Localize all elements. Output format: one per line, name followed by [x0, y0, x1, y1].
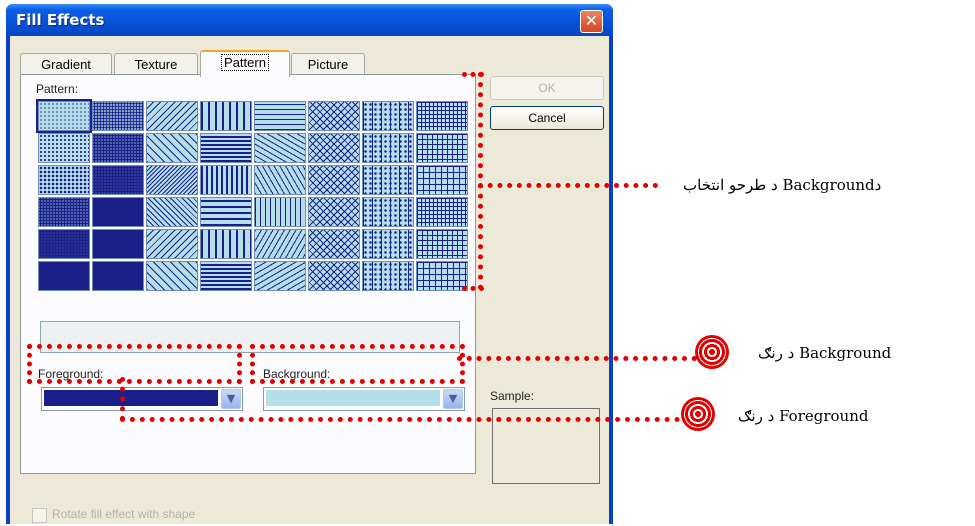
- pattern-swatch[interactable]: [200, 229, 252, 259]
- pattern-swatch[interactable]: [92, 101, 144, 131]
- foreground-pointer-line: [120, 417, 690, 422]
- pattern-swatch[interactable]: [200, 261, 252, 291]
- pattern-swatch[interactable]: [200, 133, 252, 163]
- tab-picture[interactable]: Picture: [291, 53, 365, 75]
- pattern-swatch[interactable]: [308, 165, 360, 195]
- pattern-swatch[interactable]: [200, 197, 252, 227]
- pattern-swatch[interactable]: [254, 197, 306, 227]
- pattern-swatch[interactable]: [200, 165, 252, 195]
- pattern-swatch[interactable]: [92, 133, 144, 163]
- background-color-swatch: [266, 390, 440, 406]
- pattern-swatch[interactable]: [362, 229, 414, 259]
- pattern-swatch[interactable]: [308, 197, 360, 227]
- pattern-swatch[interactable]: [38, 229, 90, 259]
- pattern-swatch[interactable]: [416, 197, 468, 227]
- pattern-swatch[interactable]: [200, 101, 252, 131]
- foreground-pointer-drop: [120, 377, 125, 421]
- foreground-target-icon: [681, 397, 715, 431]
- pattern-swatch[interactable]: [36, 99, 92, 133]
- foreground-color-swatch: [44, 390, 218, 406]
- pattern-swatch[interactable]: [38, 197, 90, 227]
- pattern-swatch[interactable]: [362, 197, 414, 227]
- pattern-swatch[interactable]: [146, 197, 198, 227]
- pattern-swatch[interactable]: [254, 261, 306, 291]
- title-bar[interactable]: Fill Effects ✕: [6, 4, 613, 36]
- pattern-swatch[interactable]: [362, 261, 414, 291]
- pattern-bracket-bottom: [462, 286, 484, 291]
- pattern-swatch[interactable]: [92, 197, 144, 227]
- pattern-swatch[interactable]: [362, 133, 414, 163]
- pattern-swatch[interactable]: [92, 165, 144, 195]
- rotate-checkbox[interactable]: [32, 508, 47, 523]
- foreground-color-annotation: د رنګ Foreground: [738, 407, 869, 425]
- pattern-swatch[interactable]: [308, 101, 360, 131]
- pattern-swatch[interactable]: [416, 261, 468, 291]
- chevron-down-icon[interactable]: ▼: [221, 389, 241, 409]
- pattern-swatch[interactable]: [416, 229, 468, 259]
- pattern-swatch[interactable]: [254, 165, 306, 195]
- dialog-title: Fill Effects: [16, 11, 105, 29]
- background-target-icon: [695, 335, 729, 369]
- pattern-swatch[interactable]: [38, 261, 90, 291]
- foreground-color-dropdown[interactable]: ▼: [41, 387, 243, 411]
- pattern-swatch[interactable]: [308, 229, 360, 259]
- close-button[interactable]: ✕: [580, 10, 603, 33]
- pattern-swatch[interactable]: [146, 165, 198, 195]
- pattern-swatch[interactable]: [146, 133, 198, 163]
- background-color-annotation: د رنګ Background: [758, 344, 892, 362]
- pattern-swatch[interactable]: [92, 261, 144, 291]
- tab-texture[interactable]: Texture: [114, 53, 198, 75]
- pattern-swatch[interactable]: [254, 133, 306, 163]
- pattern-swatch[interactable]: [416, 101, 468, 131]
- pattern-swatch[interactable]: [146, 229, 198, 259]
- tab-pattern-label: Pattern: [221, 54, 269, 71]
- background-highlight-box: [250, 344, 465, 384]
- pattern-swatch[interactable]: [308, 261, 360, 291]
- pattern-swatch[interactable]: [416, 165, 468, 195]
- pattern-swatch[interactable]: [38, 133, 90, 163]
- pattern-swatch[interactable]: [38, 165, 90, 195]
- pattern-pointer-line: [478, 183, 658, 188]
- pattern-grid: [36, 99, 468, 291]
- pattern-bracket-side: [478, 72, 483, 290]
- pattern-swatch[interactable]: [308, 133, 360, 163]
- pattern-swatch[interactable]: [254, 229, 306, 259]
- tab-pattern[interactable]: Pattern: [200, 50, 290, 77]
- pattern-swatch[interactable]: [254, 101, 306, 131]
- pattern-panel: Pattern: Foreground: ▼ Background: ▼: [20, 74, 476, 474]
- pattern-choice-annotation: دBackground د طرحو انتخاب: [683, 176, 882, 194]
- pattern-swatch[interactable]: [362, 101, 414, 131]
- ok-button[interactable]: OK: [490, 76, 604, 100]
- chevron-down-icon[interactable]: ▼: [443, 389, 463, 409]
- cancel-button[interactable]: Cancel: [490, 106, 604, 130]
- pattern-swatch[interactable]: [92, 229, 144, 259]
- pattern-swatch[interactable]: [146, 261, 198, 291]
- pattern-swatch[interactable]: [146, 101, 198, 131]
- dialog-body: Gradient Texture Pattern Picture Pattern…: [10, 36, 609, 524]
- tab-gradient[interactable]: Gradient: [20, 53, 112, 75]
- pattern-label: Pattern:: [36, 82, 79, 96]
- pattern-swatch[interactable]: [416, 133, 468, 163]
- fill-effects-dialog: Fill Effects ✕ Gradient Texture Pattern …: [6, 4, 613, 524]
- rotate-label: Rotate fill effect with shape: [52, 507, 196, 521]
- pattern-swatch[interactable]: [362, 165, 414, 195]
- foreground-highlight-box: [27, 344, 242, 384]
- sample-label: Sample:: [490, 389, 535, 403]
- background-color-dropdown[interactable]: ▼: [263, 387, 465, 411]
- background-pointer-line: [457, 356, 697, 361]
